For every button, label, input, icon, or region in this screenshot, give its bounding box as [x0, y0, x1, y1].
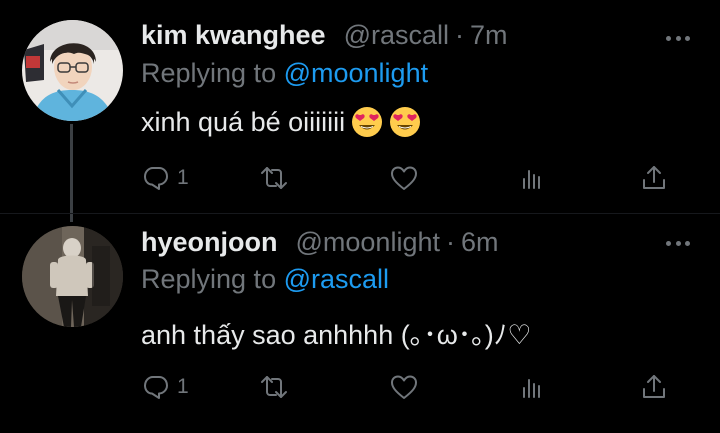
tweet-text: anh thấy sao anhhhh (｡･ω･｡)ﾉ♡: [141, 312, 532, 352]
reply-button[interactable]: 1: [141, 160, 189, 196]
user-handle[interactable]: @rascall: [344, 20, 449, 51]
views-icon: [523, 379, 540, 398]
share-button[interactable]: [639, 369, 669, 405]
retweet-icon: [261, 376, 287, 398]
more-horizontal-icon[interactable]: [666, 32, 690, 44]
tweet-text-content: xinh quá bé oiiiiiii: [141, 106, 346, 137]
user-handle[interactable]: @moonlight: [296, 227, 440, 258]
avatar-photo: [22, 20, 123, 121]
reply-icon: [144, 167, 168, 190]
retweet-icon: [261, 167, 287, 189]
timestamp[interactable]: 7m: [470, 20, 508, 51]
avatar-photo: [22, 226, 123, 327]
heart-icon: [391, 166, 417, 190]
tweet-actions: 1: [141, 369, 681, 405]
reply-count: 1: [177, 375, 189, 398]
share-icon: [643, 166, 665, 189]
views-icon: [523, 170, 540, 189]
reply-count: 1: [177, 166, 189, 189]
views-button[interactable]: [517, 369, 547, 405]
like-button[interactable]: [389, 369, 419, 405]
timestamp[interactable]: 6m: [461, 227, 499, 258]
tweet-1[interactable]: kim kwanghee @rascall · 7m Replying to @…: [0, 0, 720, 214]
avatar[interactable]: [22, 226, 123, 327]
replying-prefix: Replying to: [141, 58, 277, 88]
heart-eyes-emoji: [390, 107, 421, 137]
mention-link[interactable]: @rascall: [284, 264, 389, 294]
retweet-button[interactable]: [259, 369, 289, 405]
tweet-header: kim kwanghee @rascall · 7m: [141, 20, 508, 60]
share-button[interactable]: [639, 160, 669, 196]
tweet-header: hyeonjoon @moonlight · 6m: [141, 227, 499, 267]
more-horizontal-icon[interactable]: [666, 237, 690, 249]
reply-icon: [144, 376, 168, 399]
tweet-text-content: anh thấy sao anhhhh (｡･ω･｡)ﾉ♡: [141, 319, 532, 350]
avatar[interactable]: [22, 20, 123, 121]
heart-eyes-emoji: [352, 107, 383, 137]
like-button[interactable]: [389, 160, 419, 196]
heart-icon: [391, 375, 417, 399]
tweet-2[interactable]: hyeonjoon @moonlight · 6m Replying to @r…: [0, 214, 720, 433]
separator-dot: ·: [455, 20, 465, 50]
replying-prefix: Replying to: [141, 264, 277, 294]
mention-link[interactable]: @moonlight: [284, 58, 428, 88]
tweet-text: xinh quá bé oiiiiiii: [141, 102, 421, 142]
tweet-actions: 1: [141, 160, 681, 196]
replying-to: Replying to @moonlight: [141, 58, 428, 89]
separator-dot: ·: [445, 227, 455, 257]
retweet-button[interactable]: [259, 160, 289, 196]
display-name[interactable]: kim kwanghee: [141, 20, 326, 51]
reply-button[interactable]: 1: [141, 369, 189, 405]
views-button[interactable]: [517, 160, 547, 196]
display-name[interactable]: hyeonjoon: [141, 227, 278, 258]
replying-to: Replying to @rascall: [141, 264, 389, 295]
share-icon: [643, 375, 665, 398]
